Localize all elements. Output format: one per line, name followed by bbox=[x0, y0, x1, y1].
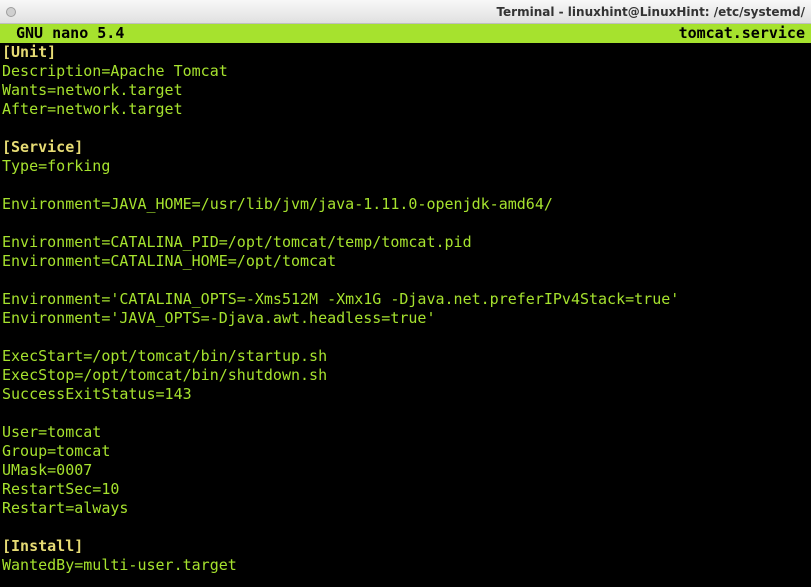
section-service: [Service] bbox=[2, 138, 809, 157]
nano-header-spacer bbox=[124, 24, 678, 43]
window-control-dot[interactable] bbox=[6, 7, 16, 17]
blank-line bbox=[2, 271, 809, 290]
line-exec-start: ExecStart=/opt/tomcat/bin/startup.sh bbox=[2, 347, 809, 366]
blank-line bbox=[2, 328, 809, 347]
line-restart: Restart=always bbox=[2, 499, 809, 518]
nano-header: GNU nano 5.4 tomcat.service bbox=[0, 24, 811, 43]
line-env-java-home: Environment=JAVA_HOME=/usr/lib/jvm/java-… bbox=[2, 195, 809, 214]
blank-line bbox=[2, 119, 809, 138]
line-after: After=network.target bbox=[2, 100, 809, 119]
blank-line bbox=[2, 176, 809, 195]
window-titlebar[interactable]: Terminal - linuxhint@LinuxHint: /etc/sys… bbox=[0, 0, 811, 24]
line-env-java-opts: Environment='JAVA_OPTS=-Djava.awt.headle… bbox=[2, 309, 809, 328]
blank-line bbox=[2, 404, 809, 423]
line-group: Group=tomcat bbox=[2, 442, 809, 461]
section-unit: [Unit] bbox=[2, 43, 809, 62]
line-env-catalina-pid: Environment=CATALINA_PID=/opt/tomcat/tem… bbox=[2, 233, 809, 252]
section-install: [Install] bbox=[2, 537, 809, 556]
window-title: Terminal - linuxhint@LinuxHint: /etc/sys… bbox=[22, 5, 805, 19]
line-wanted-by: WantedBy=multi-user.target bbox=[2, 556, 809, 575]
nano-app-name: GNU nano 5.4 bbox=[2, 24, 124, 43]
blank-line bbox=[2, 518, 809, 537]
line-success-exit: SuccessExitStatus=143 bbox=[2, 385, 809, 404]
editor-content[interactable]: [Unit]Description=Apache TomcatWants=net… bbox=[0, 43, 811, 587]
blank-line bbox=[2, 214, 809, 233]
nano-filename: tomcat.service bbox=[679, 24, 809, 43]
line-user: User=tomcat bbox=[2, 423, 809, 442]
line-exec-stop: ExecStop=/opt/tomcat/bin/shutdown.sh bbox=[2, 366, 809, 385]
line-description: Description=Apache Tomcat bbox=[2, 62, 809, 81]
line-umask: UMask=0007 bbox=[2, 461, 809, 480]
line-wants: Wants=network.target bbox=[2, 81, 809, 100]
line-env-catalina-home: Environment=CATALINA_HOME=/opt/tomcat bbox=[2, 252, 809, 271]
line-type: Type=forking bbox=[2, 157, 809, 176]
line-restart-sec: RestartSec=10 bbox=[2, 480, 809, 499]
line-env-catalina-opts: Environment='CATALINA_OPTS=-Xms512M -Xmx… bbox=[2, 290, 809, 309]
